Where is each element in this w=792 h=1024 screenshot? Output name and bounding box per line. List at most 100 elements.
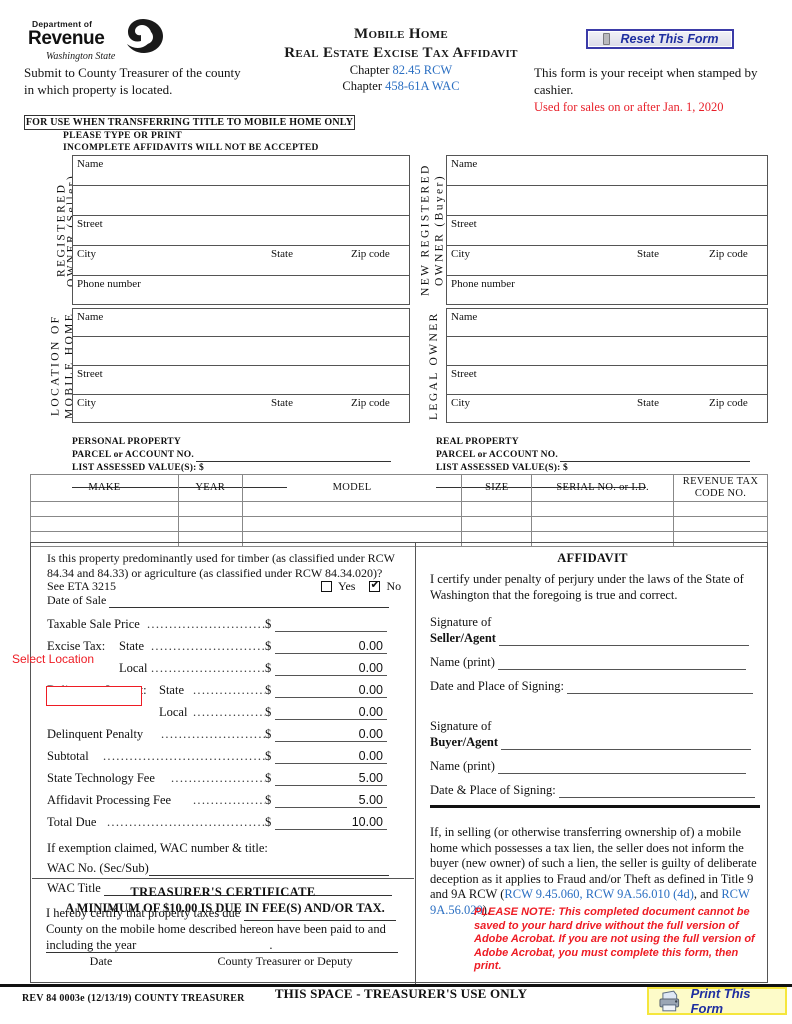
- location-name-row-2[interactable]: [73, 337, 409, 366]
- total-due-value[interactable]: 10.00: [275, 815, 387, 830]
- seller-signature-of-label: Signature of: [430, 615, 492, 629]
- table-row[interactable]: [30, 501, 768, 517]
- cell-serial[interactable]: [531, 516, 675, 532]
- cell-revenue-code[interactable]: [673, 501, 768, 517]
- location-city-label: City: [77, 397, 96, 409]
- real-parcel-input[interactable]: [560, 452, 751, 462]
- reset-form-button[interactable]: Reset This Form: [586, 29, 734, 49]
- date-of-sale-input[interactable]: [109, 596, 390, 608]
- subtotal-value[interactable]: 0.00: [275, 749, 387, 764]
- state-technology-fee-value[interactable]: 5.00: [275, 771, 387, 786]
- location-vlabel-line1: LOCATION OF: [49, 314, 62, 417]
- buyer-phone-row[interactable]: Phone number: [447, 276, 767, 306]
- buyer-date-place-input[interactable]: [558, 785, 755, 798]
- dots-leader: ...............................: [171, 771, 265, 785]
- lien-mid-text: , and: [693, 887, 722, 901]
- legal-name-row[interactable]: Name: [447, 309, 767, 337]
- buyer-city-row[interactable]: City State Zip code: [447, 246, 767, 276]
- logo-revenue-text: Revenue: [28, 28, 105, 49]
- certificate-signer-line[interactable]: [172, 952, 398, 953]
- delinquent-penalty-value[interactable]: 0.00: [275, 727, 387, 742]
- seller-date-place-input[interactable]: [567, 681, 754, 694]
- seller-name-print-label: Name (print): [430, 655, 495, 669]
- buyer-name-row-2[interactable]: [447, 186, 767, 216]
- taxable-sale-price-value[interactable]: [275, 617, 387, 632]
- affidavit-processing-fee-label: Affidavit Processing Fee: [47, 793, 172, 807]
- certificate-county-input[interactable]: [243, 909, 396, 921]
- certificate-date-line[interactable]: [46, 952, 156, 953]
- buyer-city-label: City: [451, 248, 470, 260]
- buyer-vlabel-line1: NEW REGISTERED: [419, 163, 432, 297]
- timber-no-checkbox[interactable]: [369, 578, 381, 592]
- cell-revenue-code[interactable]: [673, 516, 768, 532]
- cell-year[interactable]: [177, 501, 243, 517]
- chapter-rcw-link[interactable]: 82.45 RCW: [392, 63, 452, 77]
- dots-leader: ........................................…: [147, 617, 265, 631]
- buyer-state-label: State: [637, 248, 659, 260]
- seller-name-row[interactable]: Name: [73, 156, 409, 186]
- delinquent-interest-local-value[interactable]: 0.00: [275, 705, 387, 720]
- buyer-name-row[interactable]: Name: [447, 156, 767, 186]
- print-form-button[interactable]: Print This Form: [647, 986, 787, 1016]
- cell-serial[interactable]: [531, 501, 675, 517]
- seller-city-row[interactable]: City State Zip code: [73, 246, 409, 276]
- certificate-date-label: Date: [89, 954, 113, 968]
- excise-tax-state-value[interactable]: 0.00: [275, 639, 387, 654]
- money-row-excise-tax-local: Local ..................................…: [47, 661, 407, 681]
- legal-street-row[interactable]: Street: [447, 366, 767, 395]
- cell-make[interactable]: [30, 501, 179, 517]
- location-selection-box[interactable]: [46, 686, 142, 706]
- delinquent-penalty-label: Delinquent Penalty: [47, 727, 144, 741]
- chapter-wac-link[interactable]: 458-61A WAC: [385, 79, 459, 93]
- buyer-signature-input[interactable]: [501, 737, 752, 750]
- wac-no-input[interactable]: [148, 864, 389, 876]
- dollar-sign: $: [265, 617, 272, 631]
- seller-signature-input[interactable]: [499, 633, 750, 646]
- delinquent-interest-state-value[interactable]: 0.00: [275, 683, 387, 698]
- affidavit-heading: AFFIDAVIT: [557, 551, 628, 565]
- certificate-signer-label: County Treasurer or Deputy: [217, 954, 353, 968]
- cell-make[interactable]: [30, 516, 179, 532]
- legal-city-label: City: [451, 397, 470, 409]
- lien-link-1[interactable]: RCW 9.45.060, RCW 9A.56.010 (4d): [504, 887, 693, 901]
- location-street-row[interactable]: Street: [73, 366, 409, 395]
- seller-date-place-row: Date and Place of Signing:: [430, 679, 762, 694]
- form-revision-number: REV 84 0003e (12/13/19) COUNTY TREASURER: [22, 993, 245, 1004]
- location-name-row[interactable]: Name: [73, 309, 409, 337]
- cell-model[interactable]: [241, 501, 463, 517]
- excise-tax-local-label: Local: [119, 661, 148, 675]
- seller-name-print-input[interactable]: [498, 657, 747, 670]
- th-size: SIZE: [461, 474, 533, 502]
- seller-name-print-row: Name (print): [430, 655, 762, 670]
- buyer-name-print-input[interactable]: [498, 761, 747, 774]
- reset-form-label: Reset This Form: [620, 32, 719, 46]
- buyer-street-row[interactable]: Street: [447, 216, 767, 246]
- personal-parcel-input[interactable]: [196, 452, 392, 462]
- timber-yes-label: Yes: [338, 579, 356, 593]
- table-header-row: MAKE YEAR MODEL SIZE SERIAL NO. or I.D. …: [30, 474, 768, 502]
- chapter-rcw-line: Chapter 82.45 RCW: [236, 62, 566, 78]
- affidavit-processing-fee-value[interactable]: 5.00: [275, 793, 387, 808]
- legal-city-row[interactable]: City State Zip code: [447, 395, 767, 424]
- seller-name-row-2[interactable]: [73, 186, 409, 216]
- page-header: Department of Revenue Washington State M…: [0, 0, 792, 114]
- timber-yes-checkbox[interactable]: [321, 581, 332, 592]
- table-row[interactable]: [30, 516, 768, 532]
- cell-size[interactable]: [461, 501, 533, 517]
- seller-street-row[interactable]: Street: [73, 216, 409, 246]
- seller-city-label: City: [77, 248, 96, 260]
- table-body: [30, 501, 768, 547]
- total-due-label: Total Due: [47, 815, 97, 829]
- treasurers-certificate-heading: TREASURER'S CERTIFICATE: [130, 885, 316, 899]
- location-city-row[interactable]: City State Zip code: [73, 395, 409, 424]
- personal-parcel-label: PARCEL or ACCOUNT NO.: [72, 450, 194, 460]
- please-type-notice: PLEASE TYPE OR PRINT: [63, 131, 183, 141]
- timber-question-text: Is this property predominantly used for …: [47, 551, 395, 580]
- left-pane: Is this property predominantly used for …: [31, 543, 415, 984]
- seller-phone-row[interactable]: Phone number: [73, 276, 409, 306]
- cell-size[interactable]: [461, 516, 533, 532]
- excise-tax-local-value[interactable]: 0.00: [275, 661, 387, 676]
- cell-model[interactable]: [241, 516, 463, 532]
- legal-name-row-2[interactable]: [447, 337, 767, 366]
- cell-year[interactable]: [177, 516, 243, 532]
